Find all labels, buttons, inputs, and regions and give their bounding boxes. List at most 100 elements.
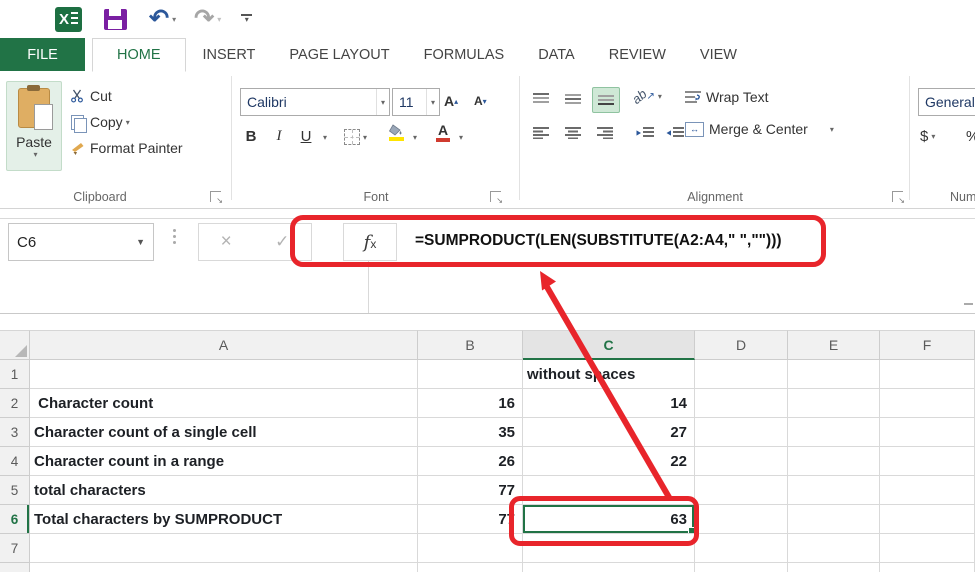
cell-a8[interactable] (30, 563, 418, 572)
number-format-select[interactable]: General (918, 88, 975, 116)
underline-button[interactable]: U (298, 124, 314, 148)
column-header-d[interactable]: D (695, 330, 788, 360)
cell-b4[interactable]: 26 (418, 447, 523, 476)
font-color-button[interactable]: A (436, 123, 450, 142)
chevron-down-icon[interactable]: ▾ (323, 133, 327, 142)
cell-d2[interactable] (695, 389, 788, 418)
formula-input[interactable]: =SUMPRODUCT(LEN(SUBSTITUTE(A2:A4," ","")… (415, 223, 782, 259)
cell-e6[interactable] (788, 505, 880, 534)
orientation-button[interactable]: ab ↗ ▾ (629, 86, 662, 107)
cell-d8[interactable] (695, 563, 788, 572)
formula-bar-expand-icon[interactable] (964, 298, 973, 305)
cell-d7[interactable] (695, 534, 788, 563)
cut-button[interactable]: Cut (68, 83, 183, 109)
cell-b7[interactable] (418, 534, 523, 563)
fill-color-button[interactable] (388, 124, 404, 141)
cell-e4[interactable] (788, 447, 880, 476)
column-header-f[interactable]: F (880, 330, 975, 360)
tab-insert[interactable]: INSERT (186, 38, 273, 71)
undo-icon[interactable]: ↶ (149, 7, 169, 31)
customize-quick-access-icon[interactable]: ▾ (241, 14, 253, 24)
italic-button[interactable]: I (272, 124, 286, 148)
cell-b2[interactable]: 16 (418, 389, 523, 418)
cell-c4[interactable]: 22 (523, 447, 695, 476)
row-header-4[interactable]: 4 (0, 447, 30, 476)
cell-d4[interactable] (695, 447, 788, 476)
align-left-button[interactable] (528, 121, 554, 145)
formula-bar-resize-handle[interactable] (173, 229, 176, 244)
chevron-down-icon[interactable]: ▾ (413, 133, 417, 142)
cell-a4[interactable]: Character count in a range (30, 447, 418, 476)
row-header-6[interactable]: 6 (0, 505, 30, 534)
column-header-a[interactable]: A (30, 330, 418, 360)
cell-e8[interactable] (788, 563, 880, 572)
redo-dropdown-icon[interactable]: ▾ (217, 15, 221, 24)
chevron-down-icon[interactable]: ▾ (459, 133, 463, 142)
borders-button[interactable]: ▾ (344, 129, 367, 145)
cell-a5[interactable]: total characters (30, 476, 418, 505)
row-header-3[interactable]: 3 (0, 418, 30, 447)
tab-review[interactable]: REVIEW (592, 38, 683, 71)
cell-c1[interactable]: without spaces (523, 360, 695, 389)
cell-c3[interactable]: 27 (523, 418, 695, 447)
cell-b6[interactable]: 77 (418, 505, 523, 534)
redo-icon[interactable]: ↷ (194, 7, 214, 31)
cell-d6[interactable] (695, 505, 788, 534)
cell-f8[interactable] (880, 563, 975, 572)
percent-style-button[interactable]: % (966, 124, 975, 148)
bottom-align-button[interactable] (592, 87, 620, 113)
row-header-8[interactable]: 8 (0, 563, 30, 572)
row-header-7[interactable]: 7 (0, 534, 30, 563)
save-icon[interactable] (104, 8, 127, 30)
cell-a6[interactable]: Total characters by SUMPRODUCT (30, 505, 418, 534)
accounting-format-button[interactable]: $ ▾ (920, 124, 935, 148)
confirm-icon[interactable]: ✓ (275, 232, 289, 252)
cell-b5[interactable]: 77 (418, 476, 523, 505)
column-header-c[interactable]: C (523, 330, 695, 360)
name-box[interactable]: C6 ▼ (8, 223, 154, 261)
cell-e1[interactable] (788, 360, 880, 389)
cell-a3[interactable]: Character count of a single cell (30, 418, 418, 447)
cell-f3[interactable] (880, 418, 975, 447)
cell-a1[interactable] (30, 360, 418, 389)
row-header-1[interactable]: 1 (0, 360, 30, 389)
cell-d1[interactable] (695, 360, 788, 389)
shrink-font-button[interactable]: A ▾ (474, 88, 487, 114)
paste-button[interactable]: Paste ▾ (6, 81, 62, 171)
tab-formulas[interactable]: FORMULAS (407, 38, 522, 71)
decrease-indent-button[interactable] (632, 121, 658, 145)
align-center-button[interactable] (560, 121, 586, 145)
column-header-b[interactable]: B (418, 330, 523, 360)
cell-c2[interactable]: 14 (523, 389, 695, 418)
copy-button[interactable]: Copy ▾ (68, 109, 183, 135)
cell-f1[interactable] (880, 360, 975, 389)
font-dialog-launcher[interactable] (490, 191, 503, 205)
format-painter-button[interactable]: Format Painter (68, 135, 183, 161)
tab-data[interactable]: DATA (521, 38, 592, 71)
font-name-select[interactable]: Calibri ▾ (240, 88, 390, 116)
excel-app-icon[interactable]: X (55, 6, 82, 32)
cell-f5[interactable] (880, 476, 975, 505)
cell-e3[interactable] (788, 418, 880, 447)
cell-f4[interactable] (880, 447, 975, 476)
cell-d5[interactable] (695, 476, 788, 505)
cell-f2[interactable] (880, 389, 975, 418)
cell-d3[interactable] (695, 418, 788, 447)
cell-f6[interactable] (880, 505, 975, 534)
cell-f7[interactable] (880, 534, 975, 563)
cell-c8[interactable] (523, 563, 695, 572)
column-header-e[interactable]: E (788, 330, 880, 360)
cell-b8[interactable] (418, 563, 523, 572)
align-right-button[interactable] (592, 121, 618, 145)
cell-a7[interactable] (30, 534, 418, 563)
insert-function-button[interactable]: fx (343, 223, 397, 261)
cell-c6-selected[interactable]: 63 (523, 505, 695, 534)
top-align-button[interactable] (528, 87, 554, 111)
bold-button[interactable]: B (242, 124, 260, 148)
cell-c5[interactable] (523, 476, 695, 505)
tab-home[interactable]: HOME (92, 38, 186, 72)
row-header-2[interactable]: 2 (0, 389, 30, 418)
tab-page-layout[interactable]: PAGE LAYOUT (272, 38, 406, 71)
select-all-corner[interactable] (0, 330, 30, 360)
cell-a2[interactable]: Character count (30, 389, 418, 418)
